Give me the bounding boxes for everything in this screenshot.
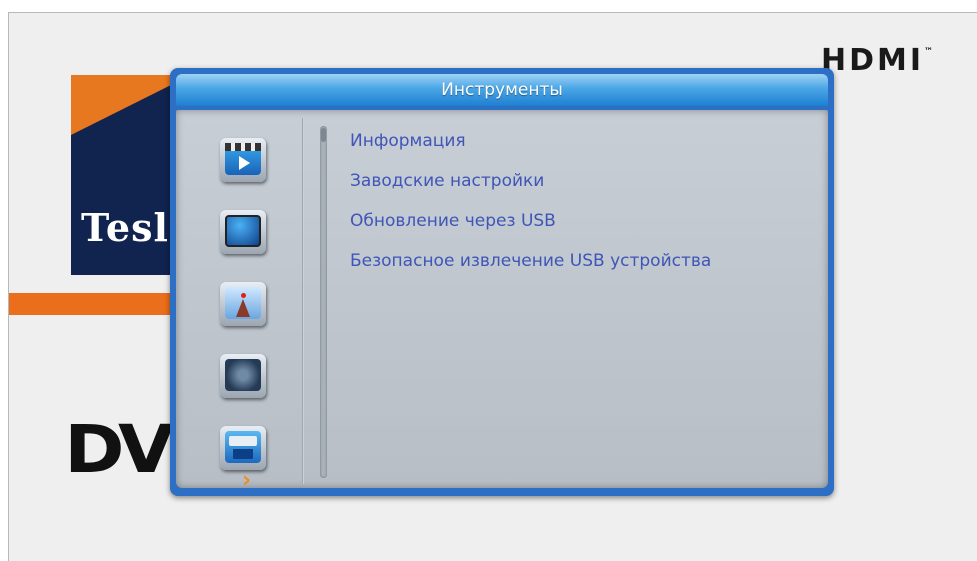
tools-dialog: Инструменты › Информация Заводские настр… [170,68,834,496]
dialog-body: › Информация Заводские настройки Обновле… [176,110,828,493]
tv-icon[interactable] [220,210,266,254]
column-divider [302,118,304,484]
antenna-icon[interactable] [220,282,266,326]
hdmi-logo: HDMI™ [821,43,934,78]
menu-item-factory-settings[interactable]: Заводские настройки [350,164,810,204]
tools-icon[interactable] [220,426,266,470]
tools-menu-list: Информация Заводские настройки Обновлени… [350,124,810,284]
menu-item-information[interactable]: Информация [350,124,810,164]
menu-item-safe-usb-eject[interactable]: Безопасное извлечение USB устройства [350,244,810,284]
background-orange-strip [9,293,184,315]
media-icon[interactable] [220,138,266,182]
dvb-logo: DV [64,411,174,488]
background-banner-text: Tesl [81,205,169,250]
settings-icon[interactable] [220,354,266,398]
menu-item-usb-update[interactable]: Обновление через USB [350,204,810,244]
category-icon-column [204,124,294,484]
selected-arrow-icon: › [242,468,252,493]
dialog-title: Инструменты [176,74,828,106]
scrollbar-thumb[interactable] [321,128,326,142]
scrollbar[interactable] [320,126,327,478]
